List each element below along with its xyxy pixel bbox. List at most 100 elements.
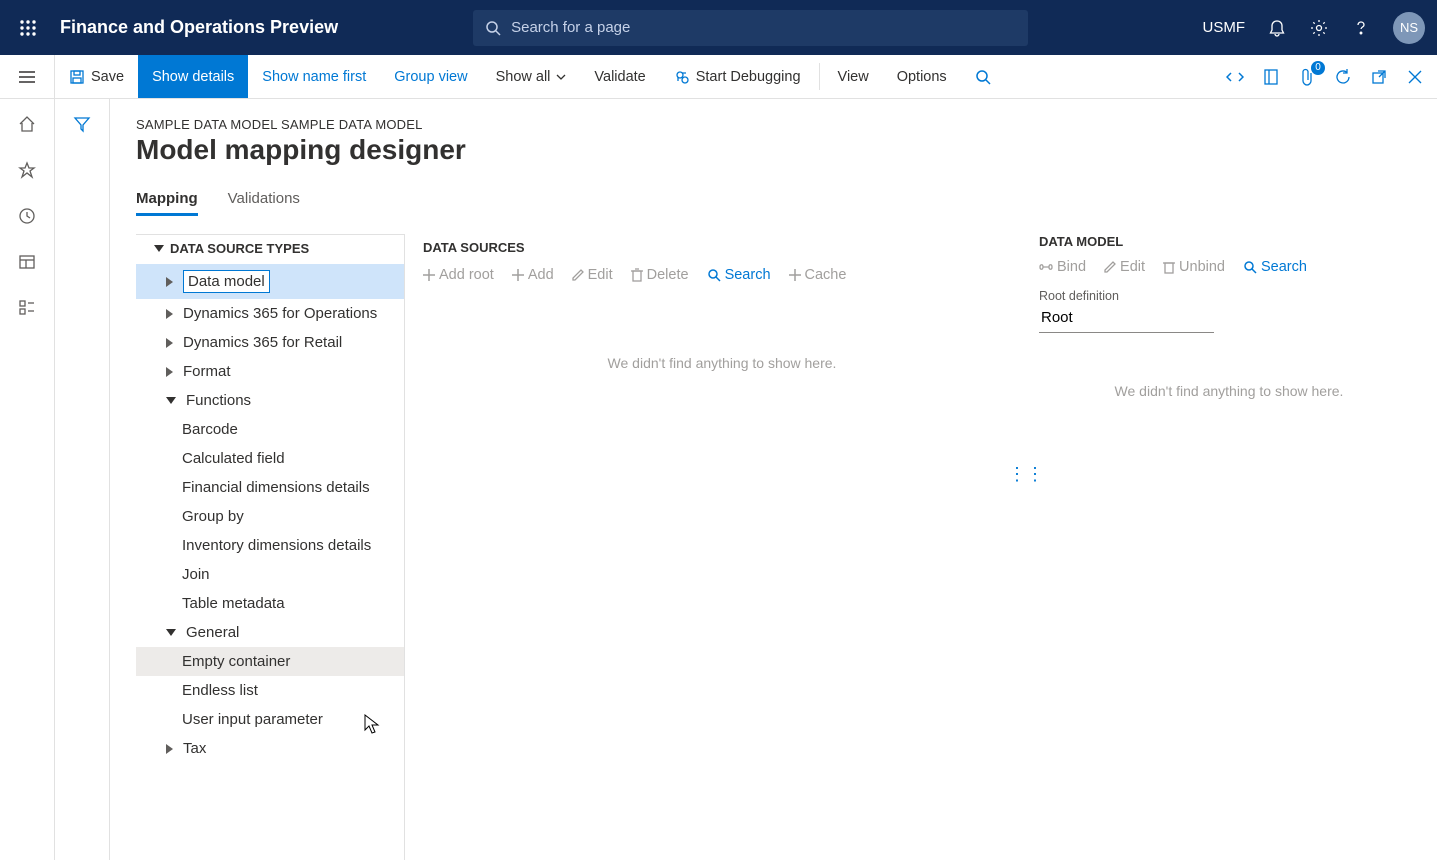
tree-item-calc-field[interactable]: Calculated field: [136, 444, 404, 473]
tree-label: Empty container: [182, 653, 290, 670]
breadcrumb: SAMPLE DATA MODEL SAMPLE DATA MODEL: [136, 117, 1437, 132]
company-code[interactable]: USMF: [1203, 19, 1246, 36]
tab-validations[interactable]: Validations: [228, 190, 300, 216]
collapse-icon: [166, 397, 176, 404]
dm-search-button[interactable]: Search: [1243, 259, 1307, 275]
popout-icon[interactable]: [1369, 67, 1389, 87]
home-icon[interactable]: [16, 113, 38, 135]
find-button[interactable]: [961, 55, 1005, 98]
save-icon: [69, 69, 85, 85]
show-all-dropdown[interactable]: Show all: [482, 55, 581, 98]
tree-item-format[interactable]: Format: [136, 357, 404, 386]
refresh-icon[interactable]: [1333, 67, 1353, 87]
tree-item-tax[interactable]: Tax: [136, 734, 404, 763]
add-button[interactable]: Add: [512, 267, 554, 283]
collapse-icon: [154, 245, 164, 252]
tree-item-general[interactable]: General: [136, 618, 404, 647]
search-icon: [485, 20, 501, 36]
show-details-button[interactable]: Show details: [138, 55, 248, 98]
tree-label: Financial dimensions details: [182, 479, 370, 496]
tree-item-empty-container[interactable]: Empty container: [136, 647, 404, 676]
search-button[interactable]: Search: [707, 267, 771, 283]
tree-item-barcode[interactable]: Barcode: [136, 415, 404, 444]
delete-button[interactable]: Delete: [631, 267, 689, 283]
tree-label: Tax: [183, 740, 206, 757]
star-icon[interactable]: [16, 159, 38, 181]
splitter-handle[interactable]: ⋮⋮: [1008, 464, 1044, 485]
data-sources-title: DATA SOURCES: [423, 234, 1021, 255]
tree-item-fin-dim[interactable]: Financial dimensions details: [136, 473, 404, 502]
unbind-button[interactable]: Unbind: [1163, 259, 1225, 275]
group-view-button[interactable]: Group view: [380, 55, 481, 98]
tree-label: Barcode: [182, 421, 238, 438]
help-icon[interactable]: [1351, 18, 1371, 38]
office-icon[interactable]: [1261, 67, 1281, 87]
start-debugging-button[interactable]: Start Debugging: [660, 55, 815, 98]
recent-icon[interactable]: [16, 205, 38, 227]
close-icon[interactable]: [1405, 67, 1425, 87]
modules-icon[interactable]: [16, 297, 38, 319]
tree-item-group-by[interactable]: Group by: [136, 502, 404, 531]
workspaces-icon[interactable]: [16, 251, 38, 273]
data-sources-empty: We didn't find anything to show here.: [423, 355, 1021, 371]
avatar[interactable]: NS: [1393, 12, 1425, 44]
tree-item-inv-dim[interactable]: Inventory dimensions details: [136, 531, 404, 560]
show-name-first-button[interactable]: Show name first: [248, 55, 380, 98]
debug-icon: [674, 69, 690, 85]
left-rail: [0, 99, 55, 860]
tree-item-endless-list[interactable]: Endless list: [136, 676, 404, 705]
tree-item-data-model[interactable]: Data model: [136, 264, 404, 299]
tree-item-table-meta[interactable]: Table metadata: [136, 589, 404, 618]
unbind-label: Unbind: [1179, 259, 1225, 275]
tree-item-join[interactable]: Join: [136, 560, 404, 589]
link-icon[interactable]: [1225, 67, 1245, 87]
hamburger-icon[interactable]: [0, 55, 55, 98]
tree-label: Functions: [186, 392, 251, 409]
separator: [819, 63, 820, 90]
gear-icon[interactable]: [1309, 18, 1329, 38]
ds-types-header[interactable]: DATA SOURCE TYPES: [136, 235, 404, 264]
tree-label: User input parameter: [182, 711, 323, 728]
tree-item-functions[interactable]: Functions: [136, 386, 404, 415]
bell-icon[interactable]: [1267, 18, 1287, 38]
add-root-label: Add root: [439, 267, 494, 283]
add-root-button[interactable]: Add root: [423, 267, 494, 283]
filter-rail: [55, 99, 110, 860]
app-title: Finance and Operations Preview: [60, 17, 338, 38]
search-label: Search: [1261, 259, 1307, 275]
tab-mapping[interactable]: Mapping: [136, 190, 198, 216]
cache-label: Cache: [805, 267, 847, 283]
data-model-title: DATA MODEL: [1039, 234, 1419, 249]
tree-item-d365-retail[interactable]: Dynamics 365 for Retail: [136, 328, 404, 357]
root-definition-input[interactable]: [1039, 303, 1214, 333]
root-definition-label: Root definition: [1039, 289, 1419, 303]
tree-label: Join: [182, 566, 210, 583]
expand-icon: [166, 744, 173, 754]
tree-item-d365-ops[interactable]: Dynamics 365 for Operations: [136, 299, 404, 328]
tabs: Mapping Validations: [136, 190, 1437, 216]
collapse-icon: [166, 629, 176, 636]
tree-label: Inventory dimensions details: [182, 537, 371, 554]
tree-label: Data model: [183, 270, 270, 293]
attachments-icon[interactable]: 0: [1297, 67, 1317, 87]
bind-button[interactable]: Bind: [1039, 259, 1086, 275]
tree-label: Dynamics 365 for Operations: [183, 305, 377, 322]
options-button[interactable]: Options: [883, 55, 961, 98]
edit-button[interactable]: Edit: [572, 267, 613, 283]
add-label: Add: [528, 267, 554, 283]
tree-label: Format: [183, 363, 231, 380]
command-bar: Save Show details Show name first Group …: [0, 55, 1437, 99]
data-sources-panel: DATA SOURCES Add root Add Edit Delete Se…: [405, 234, 1039, 860]
global-search[interactable]: [473, 10, 1028, 46]
edit-label: Edit: [1120, 259, 1145, 275]
global-search-input[interactable]: [511, 19, 1016, 36]
view-button[interactable]: View: [824, 55, 883, 98]
cursor-icon: [364, 714, 380, 736]
delete-label: Delete: [647, 267, 689, 283]
validate-button[interactable]: Validate: [580, 55, 659, 98]
filter-icon[interactable]: [71, 113, 93, 135]
waffle-icon[interactable]: [12, 12, 44, 44]
save-button[interactable]: Save: [55, 55, 138, 98]
cache-button[interactable]: Cache: [789, 267, 847, 283]
edit-button[interactable]: Edit: [1104, 259, 1145, 275]
